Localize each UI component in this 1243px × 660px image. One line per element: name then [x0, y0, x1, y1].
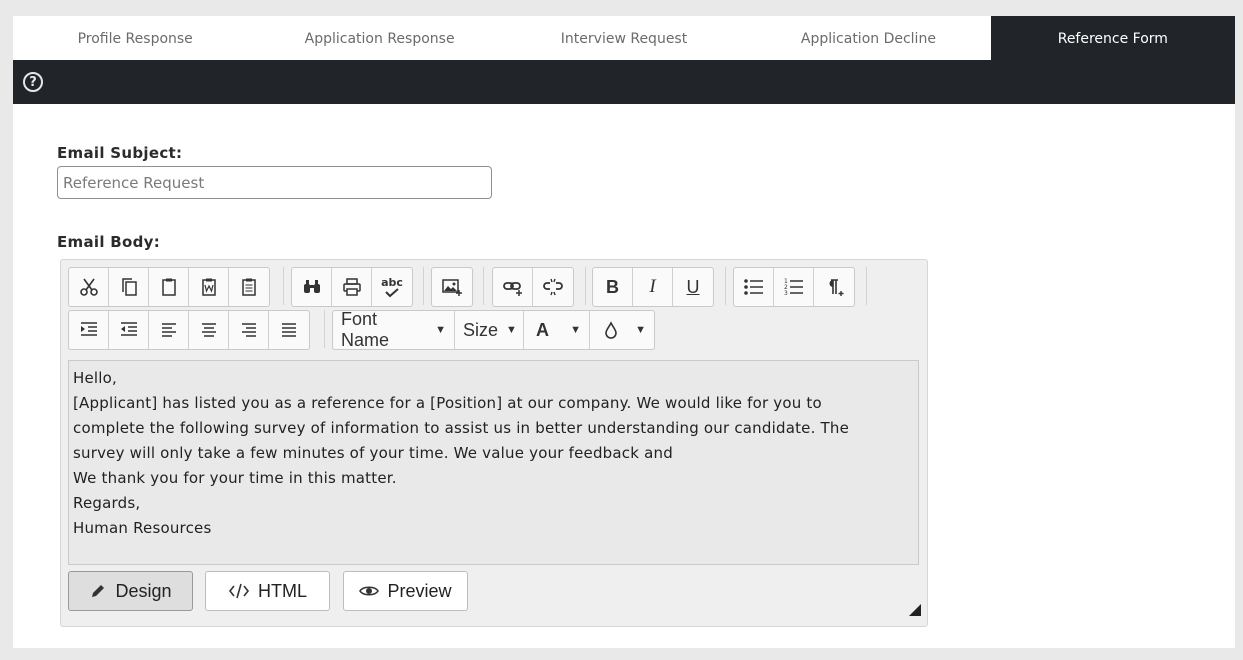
- font-name-dropdown[interactable]: Font Name ▼: [333, 311, 455, 349]
- alignment-group: [68, 310, 310, 350]
- numbered-list-icon[interactable]: 123: [774, 268, 814, 306]
- paste-text-icon[interactable]: [229, 268, 269, 306]
- spellcheck-icon[interactable]: abc: [372, 268, 412, 306]
- outdent-icon[interactable]: [109, 311, 149, 349]
- clipboard-group: [68, 267, 270, 307]
- print-icon[interactable]: [332, 268, 372, 306]
- html-mode-label: HTML: [258, 580, 307, 601]
- toolbar-separator: [483, 267, 484, 305]
- toolbar-separator: [585, 267, 586, 305]
- body-line: Regards,: [73, 494, 141, 512]
- insert-image-icon[interactable]: [432, 268, 472, 306]
- list-group: 123: [733, 267, 855, 307]
- code-icon: [228, 583, 250, 599]
- body-line: survey will only take a few minutes of y…: [73, 444, 673, 462]
- design-mode-button[interactable]: Design: [68, 571, 193, 611]
- background-color-dropdown[interactable]: ▼: [590, 311, 654, 349]
- tools-group: abc: [291, 267, 413, 307]
- body-line: [Applicant] has listed you as a referenc…: [73, 394, 822, 412]
- toolbar-separator: [866, 267, 867, 305]
- paste-icon[interactable]: [149, 268, 189, 306]
- email-body-label: Email Body:: [57, 233, 161, 251]
- font-group: Font Name ▼ Size ▼ A ▼ ▼: [332, 310, 655, 350]
- font-color-icon: A: [536, 319, 549, 340]
- chevron-down-icon: ▼: [435, 324, 446, 336]
- body-line: We thank you for your time in this matte…: [73, 469, 397, 487]
- email-body-content[interactable]: Hello, [Applicant] has listed you as a r…: [68, 360, 919, 565]
- email-subject-input[interactable]: [57, 166, 492, 199]
- font-size-dropdown[interactable]: Size ▼: [455, 311, 524, 349]
- email-subject-label: Email Subject:: [57, 144, 183, 162]
- help-icon[interactable]: ?: [23, 72, 43, 92]
- pencil-icon: [92, 585, 105, 597]
- insert-link-icon[interactable]: [493, 268, 533, 306]
- tab-bar: Profile Response Application Response In…: [13, 16, 1236, 60]
- bold-icon[interactable]: B: [593, 268, 633, 306]
- toolbar-separator: [283, 267, 284, 305]
- body-line: complete the following survey of informa…: [73, 419, 850, 437]
- copy-icon[interactable]: [109, 268, 149, 306]
- align-right-icon[interactable]: [229, 311, 269, 349]
- tab-profile-response[interactable]: Profile Response: [13, 16, 257, 60]
- font-size-value: Size: [463, 319, 499, 340]
- link-group: [492, 267, 574, 307]
- top-toolbar: ?: [13, 60, 1235, 104]
- preview-mode-button[interactable]: Preview: [343, 571, 468, 611]
- format-group: B I U: [592, 267, 714, 307]
- bullet-list-icon[interactable]: [734, 268, 774, 306]
- tab-application-response[interactable]: Application Response: [257, 16, 501, 60]
- rich-text-editor: abc B I U 1 2 3 Font Name ▼ Size ▼ A ▼ ▼…: [60, 259, 928, 627]
- remove-link-icon[interactable]: [533, 268, 573, 306]
- image-group: [431, 267, 473, 307]
- cut-icon[interactable]: [69, 268, 109, 306]
- find-icon[interactable]: [292, 268, 332, 306]
- paragraph-icon[interactable]: [814, 268, 854, 306]
- design-mode-label: Design: [115, 580, 172, 601]
- paste-word-icon[interactable]: [189, 268, 229, 306]
- tab-application-decline[interactable]: Application Decline: [746, 16, 990, 60]
- color-drop-icon: [605, 321, 617, 339]
- svg-text:3: 3: [784, 290, 788, 297]
- align-center-icon[interactable]: [189, 311, 229, 349]
- align-left-icon[interactable]: [149, 311, 189, 349]
- toolbar-separator: [725, 267, 726, 305]
- toolbar-separator: [324, 310, 325, 348]
- italic-icon[interactable]: I: [633, 268, 673, 306]
- panel: Profile Response Application Response In…: [13, 16, 1236, 648]
- chevron-down-icon: ▼: [635, 324, 646, 336]
- underline-icon[interactable]: U: [673, 268, 713, 306]
- eye-icon: [359, 586, 380, 596]
- justify-icon[interactable]: [269, 311, 309, 349]
- toolbar-separator: [423, 267, 424, 305]
- indent-icon[interactable]: [69, 311, 109, 349]
- chevron-down-icon: ▼: [570, 324, 581, 336]
- chevron-down-icon: ▼: [506, 324, 517, 336]
- tab-interview-request[interactable]: Interview Request: [502, 16, 746, 60]
- spellcheck-text: abc: [381, 275, 403, 289]
- font-color-dropdown[interactable]: A ▼: [524, 311, 590, 349]
- html-mode-button[interactable]: HTML: [205, 571, 330, 611]
- body-line: Hello,: [73, 369, 117, 387]
- font-name-value: Font Name: [341, 310, 390, 350]
- preview-mode-label: Preview: [387, 580, 452, 601]
- resize-handle[interactable]: [909, 604, 921, 616]
- body-line: Human Resources: [73, 519, 212, 537]
- tab-reference-form[interactable]: Reference Form: [990, 16, 1236, 60]
